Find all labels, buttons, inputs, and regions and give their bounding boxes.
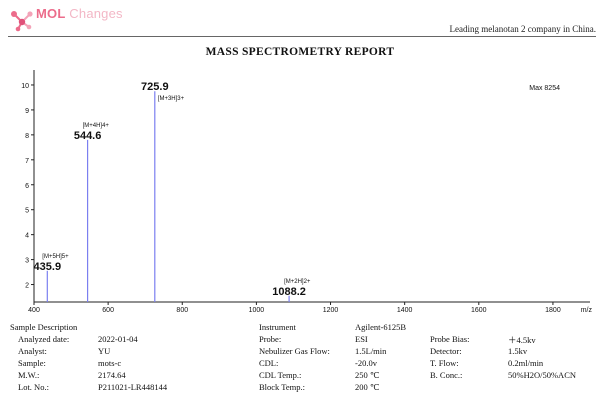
detector-value: 1.5kv <box>508 346 528 356</box>
cdl-temp-value: 250 ℃ <box>355 370 380 380</box>
b-conc-value: 50%H2O/50%ACN <box>508 370 576 380</box>
sample-info-table: Sample Description Analyzed date: 2022-0… <box>0 0 600 419</box>
block-temp-label: Block Temp.: <box>259 382 305 392</box>
t-flow-value: 0.2ml/min <box>508 358 544 368</box>
probe-bias-value: ＋4.5kv <box>508 335 536 345</box>
sample-label: Sample: <box>18 358 46 368</box>
block-temp-value: 200 ℃ <box>355 382 380 392</box>
probe-bias-label: Probe Bias: <box>430 334 470 344</box>
analyst-label: Analyst: <box>18 346 47 356</box>
b-conc-label: B. Conc.: <box>430 370 463 380</box>
sample-description-heading: Sample Description <box>10 322 78 332</box>
analyzed-date-value: 2022-01-04 <box>98 334 138 344</box>
cdl-temp-label: CDL Temp.: <box>259 370 302 380</box>
analyst-value: YU <box>98 346 111 356</box>
instrument-value: Agilent-6125B <box>355 322 406 332</box>
nebulizer-value: 1.5L/min <box>355 346 387 356</box>
cdl-value: -20.0v <box>355 358 377 368</box>
instrument-heading: Instrument <box>259 322 296 332</box>
sample-value: mots-c <box>98 358 122 368</box>
mw-label: M.W.: <box>18 370 40 380</box>
probe-value: ESI <box>355 334 368 344</box>
detector-label: Detector: <box>430 346 462 356</box>
mw-value: 2174.64 <box>98 370 126 380</box>
cdl-label: CDL: <box>259 358 279 368</box>
probe-label: Probe: <box>259 334 282 344</box>
t-flow-label: T. Flow: <box>430 358 459 368</box>
nebulizer-label: Nebulizer Gas Flow: <box>259 346 330 356</box>
analyzed-date-label: Analyzed date: <box>18 334 70 344</box>
lot-no-value: P211021-LR448144 <box>98 382 168 392</box>
lot-no-label: Lot. No.: <box>18 382 49 392</box>
